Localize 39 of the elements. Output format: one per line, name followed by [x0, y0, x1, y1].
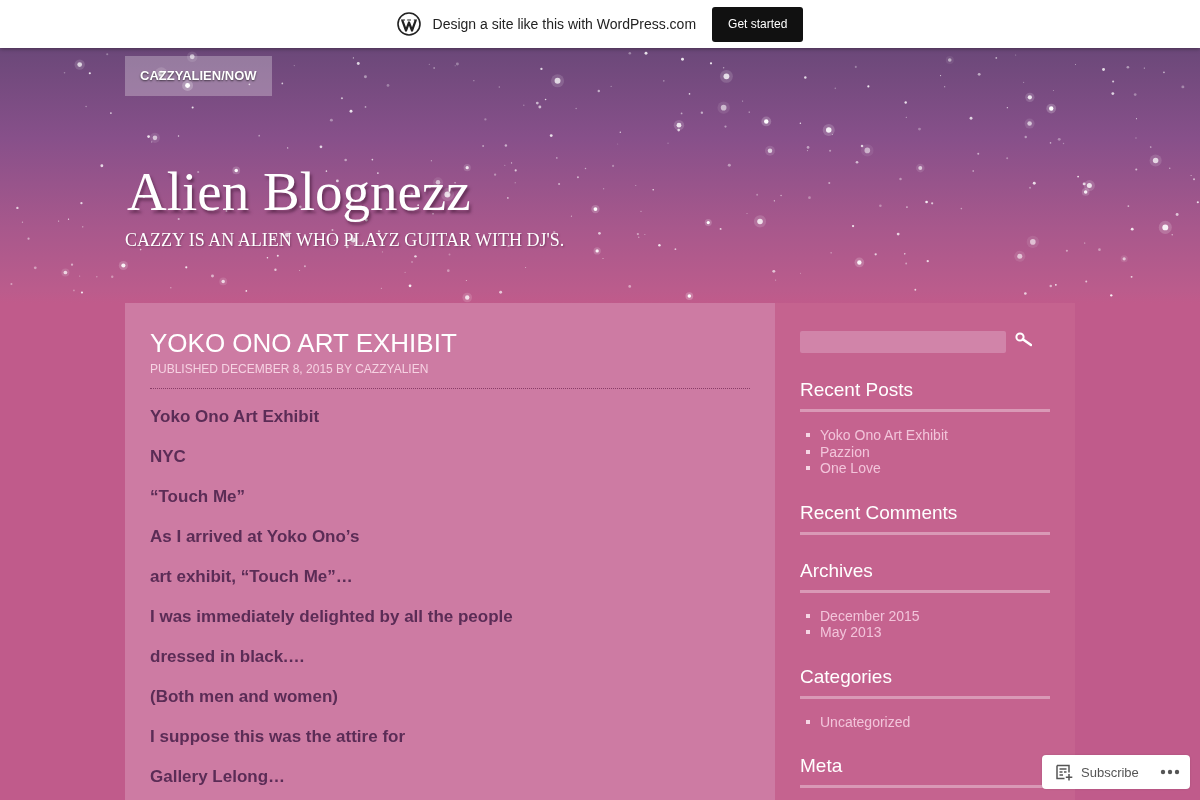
sidebar-link[interactable]: Yoko Ono Art Exhibit — [820, 427, 948, 444]
reader-plus-icon — [1056, 763, 1073, 781]
promo-text: Design a site like this with WordPress.com — [432, 16, 697, 32]
sidebar-link[interactable]: Uncategorized — [820, 713, 911, 730]
menu-button[interactable]: CAZZYALIEN/NOW — [125, 56, 272, 96]
post-paragraph: Gallery Lelong… — [150, 766, 286, 788]
widget-title: Categories — [800, 664, 1050, 699]
widget-title: Recent Posts — [800, 378, 1050, 412]
bullet-icon — [806, 719, 810, 724]
post-meta: PUBLISHED DECEMBER 8, 2015 BY CAZZYALIEN — [150, 361, 429, 377]
post-paragraph: (Both men and women) — [150, 686, 338, 708]
search-field[interactable] — [800, 331, 1006, 353]
site-title[interactable]: Alien Blognezz — [127, 160, 471, 223]
sidebar-link[interactable]: December 2015 — [820, 607, 920, 624]
bullet-icon — [806, 466, 810, 471]
get-started-button[interactable]: Get started — [712, 6, 804, 42]
sidebar-link[interactable]: May 2013 — [820, 624, 882, 641]
post-paragraph: As I arrived at Yoko Ono’s — [150, 526, 360, 548]
sidebar-link[interactable]: One Love — [820, 460, 881, 477]
sidebar-link[interactable]: Pazzion — [820, 443, 870, 460]
post-title: YOKO ONO ART EXHIBIT — [150, 327, 457, 359]
bullet-icon — [806, 449, 810, 454]
bullet-icon — [806, 630, 810, 635]
post-paragraph: “Touch Me” — [150, 486, 246, 508]
search-icon[interactable] — [1015, 331, 1032, 347]
post-paragraph: art exhibit, “Touch Me”… — [150, 566, 353, 588]
post-paragraph: Yoko Ono Art Exhibit — [150, 406, 320, 428]
post-paragraph: dressed in black.… — [150, 646, 305, 668]
wordpress-logo-icon — [396, 12, 421, 36]
post-paragraph: NYC — [150, 446, 186, 468]
post-paragraph: I was immediately delighted by all the people — [150, 606, 513, 628]
site-tagline: CAZZY IS AN ALIEN WHO PLAYZ GUITAR WITH DJ'S. — [125, 229, 565, 251]
bullet-icon — [806, 613, 810, 618]
bullet-icon — [806, 433, 810, 438]
more-icon[interactable] — [1160, 769, 1180, 775]
widget-title: Archives — [800, 558, 1050, 593]
widget-title: Recent Comments — [800, 500, 1050, 535]
post-paragraph: I suppose this was the attire for — [150, 726, 406, 748]
subscribe-button[interactable]: Subscribe — [1056, 763, 1139, 781]
